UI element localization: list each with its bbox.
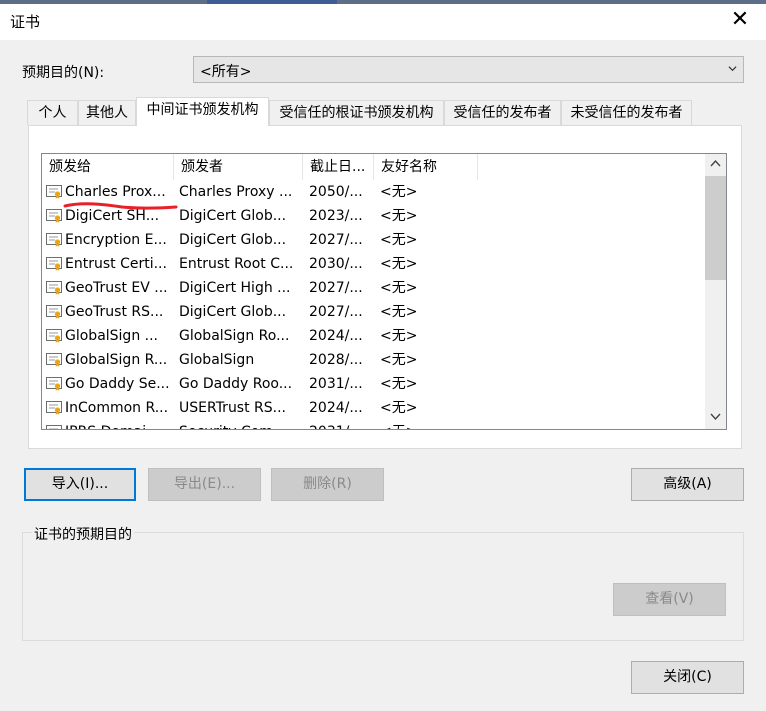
export-button[interactable]: 导出(E)...	[148, 468, 261, 501]
advanced-button[interactable]: 高级(A)	[631, 468, 744, 501]
certificate-purposes-label: 证书的预期目的	[32, 524, 134, 544]
table-row[interactable]: Go Daddy Se... Go Daddy Roo... 2031/... <无>	[42, 372, 706, 396]
cell-friendly: <无>	[380, 280, 418, 296]
close-button[interactable]: 关闭(C)	[631, 661, 744, 694]
cell-expires: 2030/...	[309, 256, 363, 272]
cell-issued-to: JPRS Domai...	[65, 420, 173, 429]
cell-issued-by: USERTrust RS...	[179, 400, 287, 416]
certificate-icon	[46, 305, 62, 319]
title-bar	[0, 4, 766, 40]
chevron-down-icon	[728, 66, 737, 72]
cell-issued-to: GlobalSign R...	[65, 352, 168, 368]
cell-issued-to: GeoTrust EV ...	[65, 280, 168, 296]
cell-issued-to: GeoTrust RS...	[65, 304, 164, 320]
cell-issued-by: Charles Proxy ...	[179, 184, 293, 200]
cell-expires: 2031/...	[309, 420, 373, 429]
certificate-icon	[46, 377, 62, 391]
cell-expires: 2023/...	[309, 208, 363, 224]
cell-issued-to: Entrust Certi...	[65, 256, 167, 272]
cell-issued-to: Encryption E...	[65, 232, 167, 248]
table-row[interactable]: GeoTrust RS... DigiCert Glob... 2027/... <无…	[42, 300, 706, 324]
column-header-friendly-name[interactable]: 友好名称	[374, 154, 478, 180]
tab-personal[interactable]: 个人	[27, 100, 78, 125]
tab-other-people[interactable]: 其他人	[78, 100, 136, 125]
certificate-icon	[46, 257, 62, 271]
tab-trusted-publishers[interactable]: 受信任的发布者	[444, 100, 561, 125]
cell-issued-by: GlobalSign Ro...	[179, 328, 290, 344]
cell-expires: 2027/...	[309, 280, 363, 296]
table-row[interactable]: JPRS Domai... Security Com... 2031/... <无>	[42, 420, 706, 429]
cell-friendly: <无>	[380, 352, 418, 368]
cell-expires: 2050/...	[309, 184, 363, 200]
cell-expires: 2028/...	[309, 352, 363, 368]
certificate-list[interactable]: 颁发给 颁发者 截止日... 友好名称 Charles Prox... Charl…	[41, 153, 727, 430]
cell-expires: 2024/...	[309, 400, 363, 416]
annotation-underline	[63, 202, 178, 210]
certificate-icon	[46, 329, 62, 343]
window-title: 证书	[10, 13, 41, 31]
certificate-icon	[46, 353, 62, 367]
cell-friendly: <无>	[380, 184, 418, 200]
table-row[interactable]: GlobalSign R... GlobalSign 2028/... <无>	[42, 348, 706, 372]
tab-untrusted-publishers[interactable]: 未受信任的发布者	[561, 100, 692, 125]
cell-issued-by: DigiCert Glob...	[179, 304, 287, 320]
cell-friendly: <无>	[380, 328, 418, 344]
cell-expires: 2031/...	[309, 376, 363, 392]
cell-issued-by: GlobalSign	[179, 352, 255, 368]
close-icon[interactable]: ✕	[730, 8, 750, 32]
cell-expires: 2027/...	[309, 304, 363, 320]
cell-friendly: <无>	[380, 420, 470, 429]
cell-friendly: <无>	[380, 232, 418, 248]
table-row[interactable]: Encryption E... DigiCert Glob... 2027/... <…	[42, 228, 706, 252]
chevron-up-icon[interactable]	[710, 159, 721, 168]
certificate-icon	[46, 209, 62, 223]
certificate-icon	[46, 233, 62, 247]
cell-issued-by: DigiCert High ...	[179, 280, 291, 296]
table-row[interactable]: GeoTrust EV ... DigiCert High ... 2027/...…	[42, 276, 706, 300]
table-row[interactable]: Entrust Certi... Entrust Root C... 2030/..…	[42, 252, 706, 276]
certificate-icon	[46, 425, 62, 429]
cell-issued-to: GlobalSign ...	[65, 328, 158, 344]
tab-trusted-root-ca[interactable]: 受信任的根证书颁发机构	[269, 100, 444, 125]
cell-expires: 2027/...	[309, 232, 363, 248]
import-button[interactable]: 导入(I)...	[24, 468, 136, 501]
table-row[interactable]: InCommon R... USERTrust RS... 2024/... <无>	[42, 396, 706, 420]
certificate-icon	[46, 185, 62, 199]
cell-issued-by: Entrust Root C...	[179, 256, 294, 272]
cell-issued-to: InCommon R...	[65, 400, 169, 416]
table-row[interactable]: GlobalSign ... GlobalSign Ro... 2024/... <无…	[42, 324, 706, 348]
scrollbar-thumb[interactable]	[705, 176, 726, 280]
cell-expires: 2024/...	[309, 328, 363, 344]
tab-intermediate-ca[interactable]: 中间证书颁发机构	[136, 97, 269, 126]
column-header-issued-to[interactable]: 颁发给	[42, 154, 174, 180]
cell-issued-by: Security Com...	[179, 420, 297, 429]
column-header-expiration[interactable]: 截止日...	[303, 154, 374, 180]
cell-friendly: <无>	[380, 304, 418, 320]
certificate-icon	[46, 281, 62, 295]
column-header-issued-by[interactable]: 颁发者	[174, 154, 303, 180]
purpose-label: 预期目的(N):	[22, 65, 105, 81]
cell-issued-by: DigiCert Glob...	[179, 232, 287, 248]
purpose-value: <所有>	[200, 64, 252, 80]
cell-friendly: <无>	[380, 208, 418, 224]
cell-friendly: <无>	[380, 400, 418, 416]
chevron-down-icon[interactable]	[710, 412, 721, 421]
cell-issued-by: Go Daddy Roo...	[179, 376, 293, 392]
certificate-icon	[46, 401, 62, 415]
remove-button[interactable]: 删除(R)	[271, 468, 384, 501]
view-button[interactable]: 查看(V)	[613, 583, 726, 616]
cell-friendly: <无>	[380, 376, 418, 392]
cell-friendly: <无>	[380, 256, 418, 272]
cell-issued-by: DigiCert Glob...	[179, 208, 287, 224]
cell-issued-to: Go Daddy Se...	[65, 376, 170, 392]
purpose-dropdown[interactable]: <所有>	[193, 56, 744, 83]
